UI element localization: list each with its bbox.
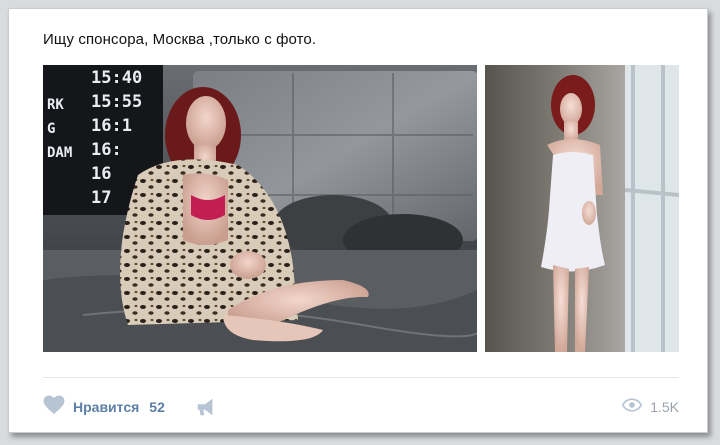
svg-text:16:1: 16:1 <box>91 116 132 136</box>
views-count: 1.5K <box>650 399 679 415</box>
photo-1[interactable]: 15:40 RK 15:55 G 16:1 DAM 16: 16 17 <box>43 65 477 352</box>
like-label: Нравится <box>73 399 140 415</box>
svg-text:17: 17 <box>91 188 111 208</box>
share-button[interactable] <box>195 396 217 423</box>
photo-1-image: 15:40 RK 15:55 G 16:1 DAM 16: 16 17 <box>43 65 477 352</box>
actions-divider <box>43 377 679 378</box>
eye-icon <box>622 397 643 417</box>
photo-2-image <box>485 65 679 352</box>
svg-text:16:: 16: <box>91 140 122 160</box>
like-button[interactable]: Нравится 52 <box>43 394 165 420</box>
post-actions: Нравится 52 1.5K <box>43 394 679 420</box>
post-text: Ищу спонсора, Москва ,только с фото. <box>43 31 317 48</box>
like-count: 52 <box>149 399 165 415</box>
heart-icon <box>43 394 65 420</box>
megaphone-icon <box>195 398 217 422</box>
svg-text:RK: RK <box>47 97 64 113</box>
views-counter: 1.5K <box>622 394 679 420</box>
svg-text:G: G <box>47 121 55 137</box>
post-card: Ищу спонсора, Москва ,только с фото. 15:… <box>8 8 708 433</box>
svg-text:15:40: 15:40 <box>91 68 142 88</box>
svg-text:16: 16 <box>91 164 111 184</box>
svg-text:15:55: 15:55 <box>91 92 142 112</box>
svg-text:DAM: DAM <box>47 145 72 161</box>
photo-2[interactable] <box>485 65 679 352</box>
